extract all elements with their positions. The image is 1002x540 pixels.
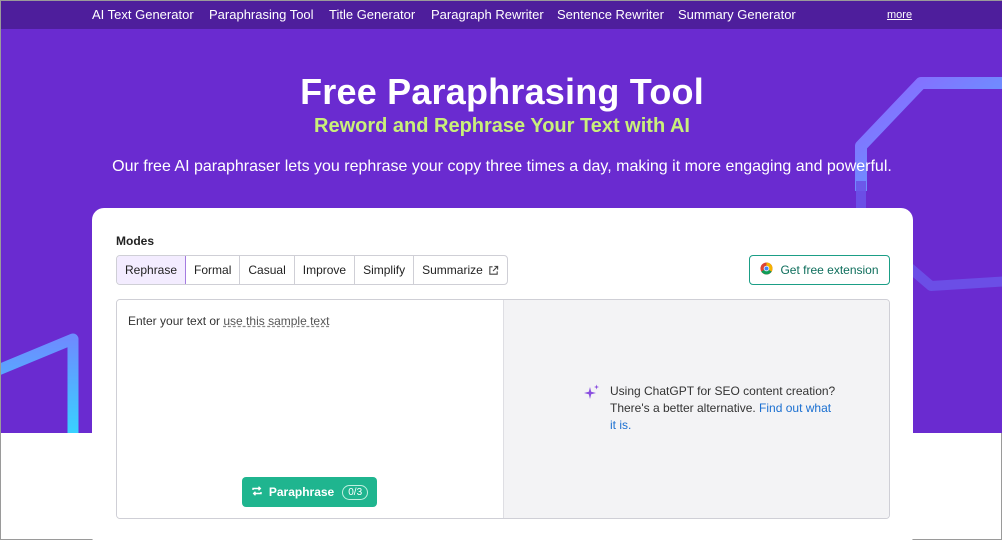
input-placeholder-text: Enter your text or: [128, 314, 224, 328]
page-description: Our free AI paraphraser lets you rephras…: [112, 158, 892, 175]
mode-tab-rephrase[interactable]: Rephrase: [116, 256, 187, 284]
mode-tab-formal[interactable]: Formal: [186, 256, 241, 284]
sample-text-link[interactable]: use this sample text: [223, 314, 329, 328]
get-extension-label: Get free extension: [780, 263, 879, 277]
modes-tabs: Rephrase Formal Casual Improve Simplify …: [116, 255, 508, 285]
nav-item-paragraph-rewriter[interactable]: Paragraph Rewriter: [431, 7, 544, 22]
paraphrase-button-label: Paraphrase: [268, 485, 335, 499]
paraphrase-button[interactable]: Paraphrase 0/3: [242, 477, 377, 507]
nav-more-link[interactable]: more: [887, 9, 912, 21]
editor-panels: Enter your text or use this sample text …: [116, 299, 890, 519]
page-subtitle: Reword and Rephrase Your Text with AI: [314, 115, 690, 137]
output-pane: Using ChatGPT for SEO content creation? …: [503, 300, 889, 518]
nav-item-ai-text-generator[interactable]: AI Text Generator: [92, 7, 194, 22]
chrome-icon: [760, 262, 774, 278]
paraphraser-card: Modes Rephrase Formal Casual Improve Sim…: [92, 208, 913, 540]
mode-tab-casual[interactable]: Casual: [240, 256, 295, 284]
nav-item-paraphrasing-tool[interactable]: Paraphrasing Tool: [209, 7, 314, 22]
page-title: Free Paraphrasing Tool: [300, 71, 704, 112]
usage-counter-badge: 0/3: [342, 484, 369, 500]
mode-tab-summarize[interactable]: Summarize: [414, 256, 507, 284]
nav-item-sentence-rewriter[interactable]: Sentence Rewriter: [557, 7, 664, 22]
refresh-icon: [251, 485, 263, 500]
nav-item-summary-generator[interactable]: Summary Generator: [678, 7, 796, 22]
external-link-icon: [488, 265, 499, 276]
nav-item-title-generator[interactable]: Title Generator: [329, 7, 415, 22]
mode-tab-summarize-label: Summarize: [422, 263, 483, 277]
modes-label: Modes: [116, 234, 155, 248]
promo-message: Using ChatGPT for SEO content creation? …: [610, 383, 840, 434]
sparkle-icon: [584, 384, 600, 405]
get-extension-button[interactable]: Get free extension: [749, 255, 890, 285]
input-placeholder: Enter your text or use this sample text: [128, 314, 329, 328]
top-navigation: AI Text Generator Paraphrasing Tool Titl…: [1, 1, 1002, 29]
mode-tab-simplify[interactable]: Simplify: [355, 256, 415, 284]
input-pane[interactable]: Enter your text or use this sample text …: [117, 300, 503, 518]
mode-tab-improve[interactable]: Improve: [295, 256, 356, 284]
